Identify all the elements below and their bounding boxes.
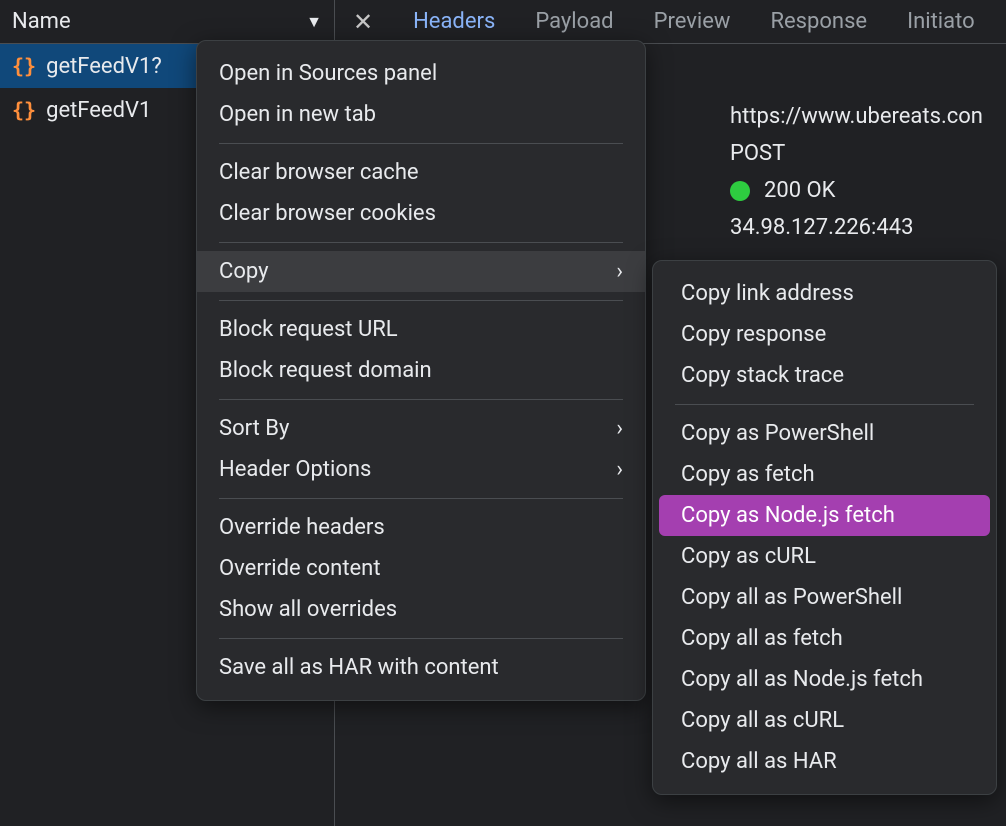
menu-separator	[219, 143, 623, 144]
close-icon[interactable]: ✕	[353, 10, 373, 34]
ctx-block-url[interactable]: Block request URL	[197, 309, 645, 350]
ctx-open-sources[interactable]: Open in Sources panel	[197, 53, 645, 94]
ctx-open-new-tab[interactable]: Open in new tab	[197, 94, 645, 135]
ctx-save-har[interactable]: Save all as HAR with content	[197, 647, 645, 688]
copy-stack-trace[interactable]: Copy stack trace	[659, 355, 990, 396]
ctx-override-headers[interactable]: Override headers	[197, 507, 645, 548]
remote-address: 34.98.127.226:443	[730, 215, 1006, 240]
tab-initiator[interactable]: Initiato	[907, 3, 975, 40]
request-name: getFeedV1	[46, 98, 151, 123]
copy-link-address[interactable]: Copy link address	[659, 273, 990, 314]
copy-all-as-curl[interactable]: Copy all as cURL	[659, 700, 990, 741]
chevron-right-icon: ›	[616, 457, 623, 482]
ctx-sort-by[interactable]: Sort By ›	[197, 408, 645, 449]
copy-as-fetch[interactable]: Copy as fetch	[659, 454, 990, 495]
json-braces-icon: {}	[12, 98, 36, 122]
tabs-bar: ✕ Headers Payload Preview Response Initi…	[335, 0, 1006, 44]
status-code: 200 OK	[764, 178, 836, 203]
tab-response[interactable]: Response	[770, 3, 867, 40]
status-line: 200 OK	[730, 178, 1006, 203]
menu-separator	[219, 498, 623, 499]
name-column-header[interactable]: Name ▼	[0, 0, 334, 44]
ctx-block-domain[interactable]: Block request domain	[197, 350, 645, 391]
request-name: getFeedV1?	[46, 54, 162, 79]
json-braces-icon: {}	[12, 54, 36, 78]
copy-all-as-nodejs-fetch[interactable]: Copy all as Node.js fetch	[659, 659, 990, 700]
copy-all-as-powershell[interactable]: Copy all as PowerShell	[659, 577, 990, 618]
tab-headers[interactable]: Headers	[413, 3, 495, 40]
copy-response[interactable]: Copy response	[659, 314, 990, 355]
context-menu: Open in Sources panel Open in new tab Cl…	[196, 40, 646, 701]
copy-as-powershell[interactable]: Copy as PowerShell	[659, 413, 990, 454]
menu-separator	[675, 404, 974, 405]
ctx-override-content[interactable]: Override content	[197, 548, 645, 589]
tab-payload[interactable]: Payload	[535, 3, 613, 40]
ctx-clear-cookies[interactable]: Clear browser cookies	[197, 193, 645, 234]
tab-preview[interactable]: Preview	[654, 3, 731, 40]
copy-as-curl[interactable]: Copy as cURL	[659, 536, 990, 577]
chevron-right-icon: ›	[616, 416, 623, 441]
status-dot-icon	[730, 181, 750, 201]
ctx-clear-cache[interactable]: Clear browser cache	[197, 152, 645, 193]
menu-separator	[219, 242, 623, 243]
ctx-header-options[interactable]: Header Options ›	[197, 449, 645, 490]
menu-separator	[219, 399, 623, 400]
request-url: https://www.ubereats.con	[730, 104, 1006, 129]
request-method: POST	[730, 141, 1006, 166]
copy-all-as-fetch[interactable]: Copy all as fetch	[659, 618, 990, 659]
copy-all-as-har[interactable]: Copy all as HAR	[659, 741, 990, 782]
menu-separator	[219, 300, 623, 301]
chevron-right-icon: ›	[616, 259, 623, 284]
copy-as-nodejs-fetch[interactable]: Copy as Node.js fetch	[659, 495, 990, 536]
sort-arrow-icon: ▼	[306, 12, 322, 32]
ctx-copy[interactable]: Copy ›	[197, 251, 645, 292]
ctx-show-overrides[interactable]: Show all overrides	[197, 589, 645, 630]
menu-separator	[219, 638, 623, 639]
copy-submenu: Copy link address Copy response Copy sta…	[652, 260, 997, 795]
name-header-label: Name	[12, 9, 71, 34]
